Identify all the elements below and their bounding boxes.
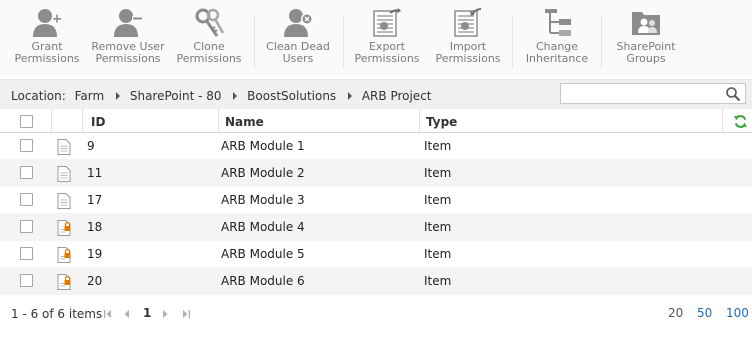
cell-id: 9	[87, 139, 95, 153]
user-add-icon	[33, 9, 62, 37]
cell-type: Item	[424, 220, 452, 234]
clean-dead-users-button[interactable]: Clean Dead Users	[258, 5, 338, 71]
breadcrumb-item-boostsolutions[interactable]: BoostSolutions	[247, 89, 336, 103]
import-permissions-button[interactable]: Import Permissions	[428, 5, 508, 71]
row-checkbox[interactable]	[20, 166, 33, 179]
document-icon	[57, 193, 71, 209]
column-divider	[82, 109, 83, 133]
import-icon	[454, 8, 482, 37]
ribbon-separator	[512, 16, 513, 68]
table-row[interactable]: 19 ARB Module 5 Item	[0, 241, 752, 268]
first-page-icon[interactable]	[103, 309, 113, 319]
next-page-icon[interactable]	[160, 309, 170, 319]
breadcrumb-arrow-icon	[348, 91, 353, 100]
pager: 1 - 6 of 6 items 1 20 50 100	[0, 300, 752, 328]
ribbon-separator	[601, 16, 602, 68]
export-permissions-button[interactable]: Export Permissions	[347, 5, 427, 71]
change-inheritance-label: Change Inheritance	[525, 40, 589, 65]
search-input[interactable]	[561, 84, 721, 103]
breadcrumb-item-arb-project[interactable]: ARB Project	[362, 89, 432, 103]
table-row[interactable]: 18 ARB Module 4 Item	[0, 214, 752, 241]
row-checkbox[interactable]	[20, 274, 33, 287]
user-remove-icon	[114, 9, 143, 37]
table-row[interactable]: 20 ARB Module 6 Item	[0, 268, 752, 295]
table-row[interactable]: 11 ARB Module 2 Item	[0, 160, 752, 187]
change-inheritance-button[interactable]: Change Inheritance	[517, 5, 597, 71]
breadcrumb-item-sharepoint-80[interactable]: SharePoint - 80	[130, 89, 222, 103]
ribbon-toolbar: Grant Permissions Remove User Permission…	[0, 0, 752, 75]
cell-id: 11	[87, 166, 103, 180]
cell-id: 17	[87, 193, 103, 207]
breadcrumb-item-farm[interactable]: Farm	[75, 89, 105, 103]
cell-name: ARB Module 6	[221, 274, 305, 288]
pager-info: 1 - 6 of 6 items	[11, 307, 103, 321]
cell-type: Item	[424, 139, 452, 153]
page-size-100[interactable]: 100	[726, 306, 749, 320]
table-row[interactable]: 17 ARB Module 3 Item	[0, 187, 752, 214]
clone-keys-icon	[195, 8, 225, 37]
cell-name: ARB Module 4	[221, 220, 305, 234]
breadcrumb-prefix: Location:	[11, 88, 66, 103]
current-page[interactable]: 1	[143, 306, 151, 320]
row-checkbox[interactable]	[20, 220, 33, 233]
document-locked-icon	[57, 247, 71, 263]
column-header-type[interactable]: Type	[419, 109, 457, 133]
document-icon	[57, 166, 71, 182]
cell-id: 20	[87, 274, 103, 288]
cell-id: 18	[87, 220, 103, 234]
ribbon-separator	[254, 16, 255, 68]
sharepoint-groups-button[interactable]: SharePoint Groups	[606, 5, 686, 71]
cell-name: ARB Module 2	[221, 166, 305, 180]
column-divider	[51, 109, 52, 133]
column-header-id[interactable]: ID	[84, 109, 105, 133]
cell-type: Item	[424, 166, 452, 180]
column-header-name[interactable]: Name	[218, 109, 264, 133]
breadcrumb-arrow-icon	[233, 91, 238, 100]
cell-type: Item	[424, 274, 452, 288]
previous-page-icon[interactable]	[122, 309, 132, 319]
export-icon	[373, 8, 401, 37]
page-size-20[interactable]: 20	[668, 306, 683, 320]
grant-permissions-button[interactable]: Grant Permissions	[7, 5, 87, 71]
sharepoint-groups-label: SharePoint Groups	[616, 40, 676, 65]
location-bar: Location: Farm SharePoint - 80 BoostSolu…	[0, 79, 752, 109]
cell-name: ARB Module 5	[221, 247, 305, 261]
page-size-50[interactable]: 50	[697, 306, 712, 320]
column-divider	[722, 109, 723, 133]
cell-name: ARB Module 1	[221, 139, 305, 153]
search-box	[560, 83, 746, 104]
remove-user-permissions-label: Remove User Permissions	[91, 40, 165, 65]
clone-permissions-button[interactable]: Clone Permissions	[169, 5, 249, 71]
breadcrumb-arrow-icon	[116, 91, 121, 100]
breadcrumb: Location: Farm SharePoint - 80 BoostSolu…	[11, 88, 432, 103]
cell-id: 19	[87, 247, 103, 261]
user-clean-icon	[284, 9, 313, 37]
cell-type: Item	[424, 247, 452, 261]
import-permissions-label: Import Permissions	[435, 40, 501, 65]
refresh-icon[interactable]	[733, 114, 748, 129]
table-row[interactable]: 9 ARB Module 1 Item	[0, 133, 752, 160]
select-all-checkbox[interactable]	[20, 115, 33, 128]
document-locked-icon	[57, 220, 71, 236]
clone-permissions-label: Clone Permissions	[176, 40, 242, 65]
cell-name: ARB Module 3	[221, 193, 305, 207]
document-icon	[57, 139, 71, 155]
cell-type: Item	[424, 193, 452, 207]
clean-dead-users-label: Clean Dead Users	[266, 40, 330, 65]
inheritance-icon	[545, 9, 571, 36]
export-permissions-label: Export Permissions	[354, 40, 420, 65]
row-checkbox[interactable]	[20, 139, 33, 152]
ribbon-separator	[343, 16, 344, 68]
search-icon[interactable]	[725, 86, 741, 102]
items-grid: ID Name Type 9 ARB Module 1 Item 11 ARB …	[0, 109, 752, 295]
row-checkbox[interactable]	[20, 247, 33, 260]
document-locked-icon	[57, 274, 71, 290]
last-page-icon[interactable]	[181, 309, 191, 319]
grid-header: ID Name Type	[0, 109, 752, 133]
remove-user-permissions-button[interactable]: Remove User Permissions	[88, 5, 168, 71]
groups-icon	[632, 12, 660, 35]
grant-permissions-label: Grant Permissions	[14, 40, 80, 65]
row-checkbox[interactable]	[20, 193, 33, 206]
